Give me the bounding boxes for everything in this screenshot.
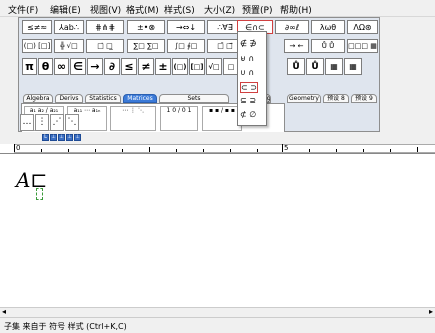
tab-stop-right-icon[interactable]: ⊥ <box>58 134 65 141</box>
ruler-tick <box>390 149 391 152</box>
status-bar: 子集 来自于 符号 样式 (Ctrl+K,C) <box>0 317 435 333</box>
menu-file[interactable]: 文件(F) <box>8 3 38 16</box>
identity-matrix-template[interactable]: 1 0 / 0 1 <box>160 106 198 131</box>
dropdown-item-subset[interactable]: ⊂ ⊃ <box>240 82 258 93</box>
grid-template-button[interactable]: ▦ <box>325 58 343 75</box>
menu-bar: 文件(F) 编辑(E) 视图(V) 格式(M) 样式(S) 大小(Z) 预置(P… <box>0 0 435 17</box>
dropdown-item-not-element[interactable]: ∉ ∌ <box>240 39 256 48</box>
tab-derivs[interactable]: Derivs <box>55 94 83 103</box>
spaces-palette-button[interactable]: ⅄ab∴ <box>54 20 84 34</box>
ruler-tick <box>363 149 364 152</box>
menu-edit[interactable]: 编辑(E) <box>50 3 81 16</box>
plus-minus-button[interactable]: ± <box>155 58 171 75</box>
fractions-palette-button[interactable]: ╬ √□ <box>54 39 84 53</box>
equation-editor-area[interactable]: A⊏ <box>0 153 435 307</box>
partial-button[interactable]: ∂ <box>104 58 120 75</box>
ruler-tick <box>203 149 204 152</box>
ruler-tick <box>282 144 283 152</box>
ruler-tick <box>417 147 418 152</box>
menu-preset[interactable]: 预置(P) <box>242 3 272 16</box>
ruler-tick <box>68 149 69 152</box>
tab-stop-align-icon[interactable]: ⊥ <box>74 134 81 141</box>
ruler-label-5: 5 <box>284 144 289 152</box>
theta-button[interactable]: θ <box>38 58 53 75</box>
ruler-controls: L ⊥ ⊥ ⊥ ⊥ <box>0 132 435 144</box>
dropdown-item-multiset-union[interactable]: ⊎ ∩ <box>240 54 254 63</box>
menu-size[interactable]: 大小(Z) <box>204 3 235 16</box>
tab-sets[interactable]: Sets <box>159 94 229 103</box>
fences-palette-button[interactable]: (□) [□] <box>22 39 52 53</box>
horizontal-scrollbar[interactable]: ◂ ▸ <box>0 307 435 317</box>
scroll-right-icon[interactable]: ▸ <box>429 307 433 316</box>
bracket-template-button[interactable]: [□] <box>189 58 205 75</box>
tab-preset-9[interactable]: 预设 9 <box>351 94 377 103</box>
ruler-tick <box>336 149 337 152</box>
misc-symbols-palette-button[interactable]: ∂∞ℓ <box>275 20 309 34</box>
embellishments-palette-button[interactable]: ⋕⋔⋕ <box>86 20 124 34</box>
ruler-tick <box>122 149 123 152</box>
scripts-palette-button[interactable]: □̇ □̲ <box>86 39 124 53</box>
ellipsis-horizontal-button[interactable]: … <box>20 114 34 131</box>
ruler-tick <box>257 149 258 152</box>
ruler-tick <box>309 149 310 152</box>
menu-style[interactable]: 样式(S) <box>164 3 195 16</box>
ruler-tick <box>14 144 15 152</box>
tab-stop-left-icon[interactable]: L <box>42 134 49 141</box>
operators-palette-button[interactable]: ±•⊗ <box>127 20 165 34</box>
tab-matrices[interactable]: Matrices <box>123 94 157 103</box>
matrix-dots-template[interactable]: ⋯ ⋮ ⋱ <box>110 106 156 131</box>
greek-upper-palette-button[interactable]: ΛΩ⊛ <box>347 20 378 34</box>
tab-stop-decimal-icon[interactable]: ⊥ <box>66 134 73 141</box>
relations-palette-button[interactable]: ≤≠≈ <box>22 20 52 34</box>
arrows-palette-button[interactable]: →⇔↓ <box>167 20 205 34</box>
ellipsis-vertical-button[interactable]: ⋮ <box>35 114 49 131</box>
summations-palette-button[interactable]: ∑□ ∑□ <box>127 39 165 53</box>
set-theory-dropdown: ∉ ∌ ⊎ ∩ ∪ ∩ ⊂ ⊃ ⊆ ⊇ ⊄ ∅ <box>237 31 267 126</box>
ruler-tick <box>176 149 177 152</box>
not-equal-button[interactable]: ≠ <box>138 58 154 75</box>
ring-template-button-2[interactable]: Ů <box>306 58 324 75</box>
ellipsis-diagonal-up-button[interactable]: ⋰ <box>50 114 64 131</box>
infinity-button[interactable]: ∞ <box>54 58 69 75</box>
sqrt-template-button[interactable]: √□ <box>206 58 222 75</box>
labeled-arrows-palette-button[interactable]: → ← <box>284 39 309 53</box>
tab-preset-8[interactable]: 预设 8 <box>323 94 349 103</box>
status-text: 子集 来自于 符号 样式 (Ctrl+K,C) <box>4 322 127 331</box>
tab-stop-center-icon[interactable]: ⊥ <box>50 134 57 141</box>
dropdown-item-not-subset-empty[interactable]: ⊄ ∅ <box>240 110 256 119</box>
dropdown-item-union-intersection[interactable]: ∪ ∩ <box>240 68 254 77</box>
tab-geometry[interactable]: Geometry <box>287 94 321 103</box>
ruler-tick <box>149 147 150 152</box>
ruler-tick <box>41 149 42 152</box>
less-equal-button[interactable]: ≤ <box>121 58 137 75</box>
element-of-button[interactable]: ∈ <box>70 58 86 75</box>
products-palette-button[interactable]: Ů Ů <box>311 39 345 53</box>
scroll-left-icon[interactable]: ◂ <box>2 307 6 316</box>
menu-view[interactable]: 视图(V) <box>90 3 121 16</box>
ruler-tick <box>230 149 231 152</box>
paren-template-button[interactable]: (□) <box>172 58 188 75</box>
ellipsis-diagonal-down-button[interactable]: ⋱ <box>65 114 79 131</box>
greek-lower-palette-button[interactable]: λωθ <box>311 20 345 34</box>
tab-algebra[interactable]: Algebra <box>23 94 53 103</box>
grid-template-button-2[interactable]: ▦ <box>344 58 362 75</box>
right-arrow-button[interactable]: → <box>87 58 103 75</box>
tab-statistics[interactable]: Statistics <box>85 94 121 103</box>
ruler-tick <box>95 149 96 152</box>
matrices-palette-button[interactable]: □□□ ▦ <box>347 39 378 53</box>
insertion-placeholder <box>36 188 43 200</box>
dropdown-item-subset-equal[interactable]: ⊆ ⊇ <box>240 96 256 105</box>
ring-template-button[interactable]: Ů <box>287 58 305 75</box>
matrix-blocks-template[interactable]: ▪ ▪ / ▪ ▪ <box>202 106 242 131</box>
ruler: 0 5 <box>14 144 435 153</box>
pi-button[interactable]: π <box>22 58 37 75</box>
menu-help[interactable]: 帮助(H) <box>280 3 312 16</box>
ruler-label-0: 0 <box>16 144 21 152</box>
menu-format[interactable]: 格式(M) <box>126 3 159 16</box>
integrals-palette-button[interactable]: ∫□ ∮□ <box>167 39 205 53</box>
